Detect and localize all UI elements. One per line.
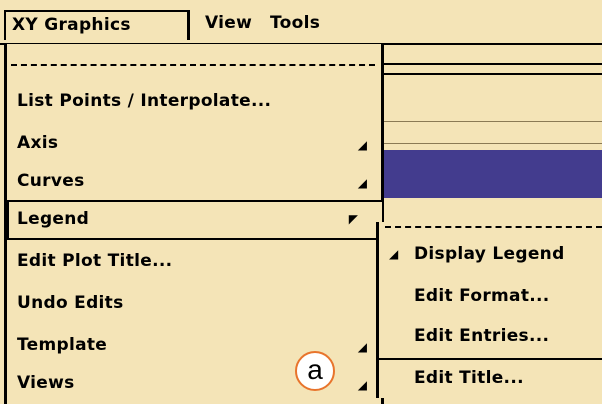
menu-item-label: Edit Plot Title... [17,251,173,271]
cascade-arrow-icon: ◢ [357,340,367,354]
submenu-item-display-legend[interactable]: ◢ Display Legend [379,236,602,274]
background-divider [384,73,602,75]
menu-bar: XY Graphics View Tools [0,0,602,45]
xy-graphics-dropdown: List Points / Interpolate... Axis ◢ Curv… [4,44,384,404]
menu-item-undo-edits[interactable]: Undo Edits [7,284,381,324]
menu-item-label: Undo Edits [17,293,124,313]
legend-submenu: ◢ Display Legend Edit Format... Edit Ent… [376,222,602,398]
app-window: XY Graphics View Tools List Points / Int… [0,0,602,404]
background-divider [384,63,602,65]
cascade-arrow-icon: ◢ [357,138,367,152]
menu-view[interactable]: View [205,10,252,40]
cascade-arrow-icon: ◢ [357,176,367,190]
menu-item-label: Curves [17,171,85,191]
menu-item-label: Views [17,373,75,393]
tear-off-line[interactable] [11,64,375,66]
background-selection-band [384,150,602,198]
menu-item-curves[interactable]: Curves ◢ [7,162,381,202]
submenu-item-label: Edit Format... [414,286,550,306]
menu-item-list-points[interactable]: List Points / Interpolate... [7,82,381,122]
background-divider [384,121,602,122]
submenu-item-label: Edit Entries... [414,326,550,346]
annotation-callout: a [295,351,335,391]
cascade-arrow-icon: ◢ [357,378,367,392]
menu-item-edit-plot-title[interactable]: Edit Plot Title... [7,242,381,282]
submenu-item-edit-entries[interactable]: Edit Entries... [379,318,602,356]
check-mark-icon: ◢ [389,247,399,261]
submenu-item-label: Display Legend [414,244,565,264]
menu-tools[interactable]: Tools [270,10,320,40]
menu-item-axis[interactable]: Axis ◢ [7,124,381,164]
menu-item-legend[interactable]: Legend ◤ [7,200,384,240]
menu-item-label: Legend [17,209,90,229]
submenu-item-label: Edit Title... [414,368,524,388]
submenu-item-edit-format[interactable]: Edit Format... [379,278,602,316]
background-divider [384,143,602,144]
menu-item-label: Axis [17,133,59,153]
cascade-arrow-icon: ◤ [348,212,358,226]
menu-item-label: Template [17,335,108,355]
submenu-item-edit-title[interactable]: Edit Title... [379,358,602,398]
menu-item-label: List Points / Interpolate... [17,91,272,111]
menu-xy-graphics[interactable]: XY Graphics [4,10,190,40]
tear-off-line[interactable] [385,226,602,228]
